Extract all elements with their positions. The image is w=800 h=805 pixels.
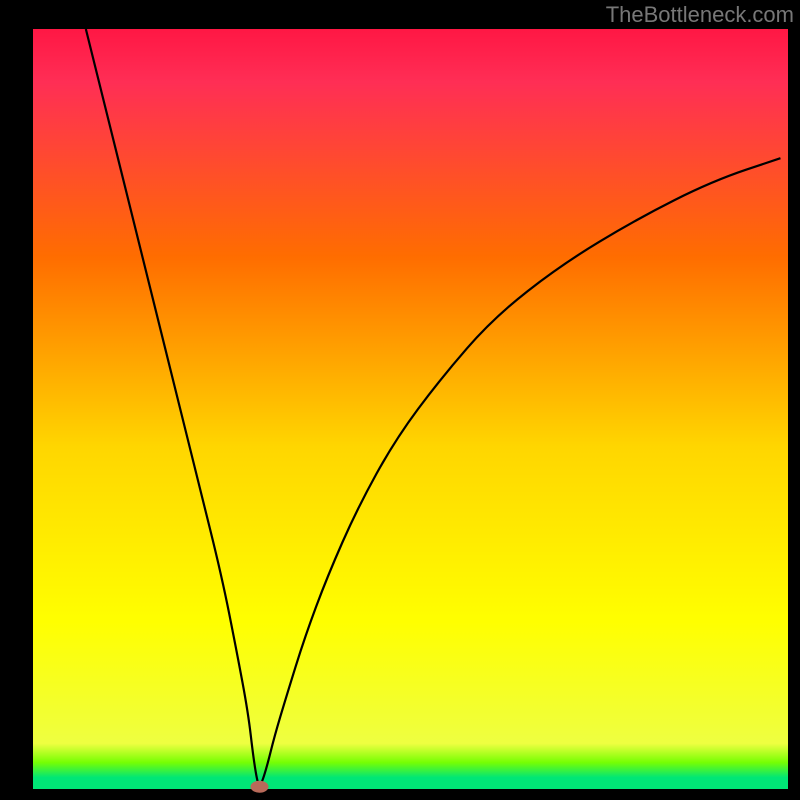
chart-frame	[0, 0, 33, 800]
min-point-marker	[251, 781, 269, 793]
watermark-text: TheBottleneck.com	[606, 2, 794, 28]
plot-background	[33, 29, 788, 789]
chart-container	[0, 0, 800, 800]
chart-frame	[788, 0, 800, 800]
chart-frame	[0, 789, 800, 800]
bottleneck-chart	[0, 0, 800, 800]
